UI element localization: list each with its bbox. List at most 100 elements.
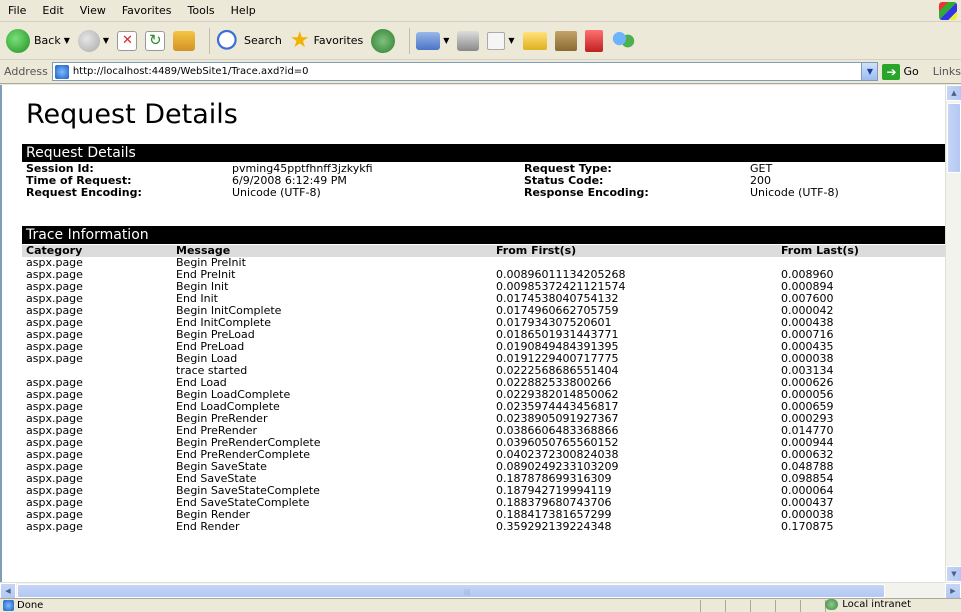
horizontal-scroll-thumb[interactable]: ||| [17,584,885,598]
edit-button[interactable]: ▼ [487,26,515,56]
scroll-left-icon[interactable]: ◀ [0,583,16,599]
forward-button[interactable]: ▼ [77,26,109,56]
from-last-cell: 0.000944 [777,437,945,449]
favorites-button[interactable]: ★ Favorites [290,26,363,56]
research-button[interactable] [554,26,577,56]
back-dropdown-icon[interactable]: ▼ [64,36,70,45]
from-last-cell: 0.000435 [777,341,945,353]
from-last-cell: 0.000042 [777,305,945,317]
table-row: aspx.page Begin PreRender 0.02389050919273… [22,413,945,425]
category-cell: aspx.page [22,269,172,281]
category-cell: aspx.page [22,329,172,341]
category-cell: aspx.page [22,257,172,269]
mail-icon [416,31,441,50]
table-row: aspx.page Begin PreInit [22,257,945,269]
table-row: aspx.page End SaveStateComplete 0.18837968… [22,497,945,509]
category-cell: aspx.page [22,485,172,497]
message-cell: Begin SaveStateComplete [172,485,492,497]
from-last-cell: 0.003134 [777,365,945,377]
message-cell: Begin Init [172,281,492,293]
security-zone[interactable]: Local intranet [825,599,911,610]
menu-edit[interactable]: Edit [34,4,71,17]
address-dropdown-icon[interactable]: ▼ [861,63,878,80]
stop-button[interactable] [117,26,138,56]
menu-favorites[interactable]: Favorites [114,4,180,17]
mail-dropdown-icon[interactable]: ▼ [443,36,449,45]
category-cell: aspx.page [22,389,172,401]
category-cell: aspx.page [22,509,172,521]
response-encoding-label: Response Encoding: [524,186,649,199]
back-label: Back [34,34,61,47]
from-last-cell: 0.000894 [777,281,945,293]
from-last-cell: 0.098854 [777,473,945,485]
menu-view[interactable]: View [72,4,114,17]
message-cell: Begin PreRender [172,413,492,425]
table-row: aspx.page Begin PreRenderComplete 0.039605… [22,437,945,449]
forward-dropdown-icon[interactable]: ▼ [103,36,109,45]
home-icon [173,30,196,51]
message-cell: Begin SaveState [172,461,492,473]
from-first-cell: 0.017934307520601 [492,317,777,329]
status-text: Done [17,600,44,611]
address-url[interactable]: http://localhost:4489/WebSite1/Trace.axd… [73,66,309,77]
from-first-cell: 0.0190849484391395 [492,341,777,353]
message-cell: End Init [172,293,492,305]
category-cell: aspx.page [22,449,172,461]
table-row: aspx.page End Init 0.0174538040754132 0.007… [22,293,945,305]
table-row: aspx.page End Load 0.022882533800266 0.0006… [22,377,945,389]
message-cell: End PreInit [172,269,492,281]
menu-help[interactable]: Help [223,4,264,17]
menu-file[interactable]: File [0,4,34,17]
from-last-cell: 0.000626 [777,377,945,389]
from-first-cell: 0.187942719994119 [492,485,777,497]
messenger-button[interactable] [610,26,635,56]
print-button[interactable] [457,26,480,56]
from-first-cell: 0.0235974443456817 [492,401,777,413]
edit-dropdown-icon[interactable]: ▼ [508,36,514,45]
search-button[interactable]: Search [216,26,282,56]
links-button[interactable]: Links [933,65,961,78]
category-cell: aspx.page [22,341,172,353]
back-button[interactable]: Back ▼ [6,26,70,56]
scroll-down-icon[interactable]: ▼ [946,566,961,582]
scroll-up-icon[interactable]: ▲ [946,85,961,101]
research-icon [554,30,577,51]
status-bar: Done Local intranet [0,598,961,612]
scroll-right-icon[interactable]: ▶ [945,583,961,599]
status-divider [750,600,751,612]
favorites-label: Favorites [313,34,364,47]
pdf-button[interactable] [584,26,603,56]
mail-button[interactable]: ▼ [416,26,449,56]
scroll-grip-icon: ||| [464,589,471,596]
table-row: aspx.page Begin Load 0.0191229400717775 0.0… [22,353,945,365]
back-arrow-icon [6,28,30,53]
home-button[interactable] [173,26,196,56]
from-first-cell: 0.0229382014850062 [492,389,777,401]
go-button[interactable]: ➔ Go [882,63,919,80]
column-header-category: Category [22,245,172,257]
address-input[interactable]: http://localhost:4489/WebSite1/Trace.axd… [51,62,879,81]
stop-icon [117,30,138,51]
folder-button[interactable] [522,26,547,56]
vertical-scroll-thumb[interactable] [947,103,961,173]
from-last-cell: 0.170875 [777,521,945,533]
history-button[interactable] [371,26,396,56]
from-last-cell: 0.000632 [777,449,945,461]
status-divider [775,600,776,612]
message-cell: End PreLoad [172,341,492,353]
request-encoding-value: Unicode (UTF-8) [232,186,321,199]
vertical-scrollbar[interactable]: ▲ ▼ [945,85,961,582]
menu-tools[interactable]: Tools [180,4,223,17]
category-cell: aspx.page [22,521,172,533]
folder-icon [522,31,547,50]
message-cell: End Load [172,377,492,389]
toolbar-separator [209,27,211,54]
from-first-cell: 0.0174960662705759 [492,305,777,317]
windows-logo-icon [939,2,957,20]
from-last-cell: 0.000438 [777,317,945,329]
refresh-button[interactable] [145,26,166,56]
status-divider [700,600,701,612]
from-first-cell: 0.00896011134205268 [492,269,777,281]
from-first-cell: 0.022882533800266 [492,377,777,389]
horizontal-scrollbar[interactable]: ◀ ||| ▶ [0,582,961,599]
